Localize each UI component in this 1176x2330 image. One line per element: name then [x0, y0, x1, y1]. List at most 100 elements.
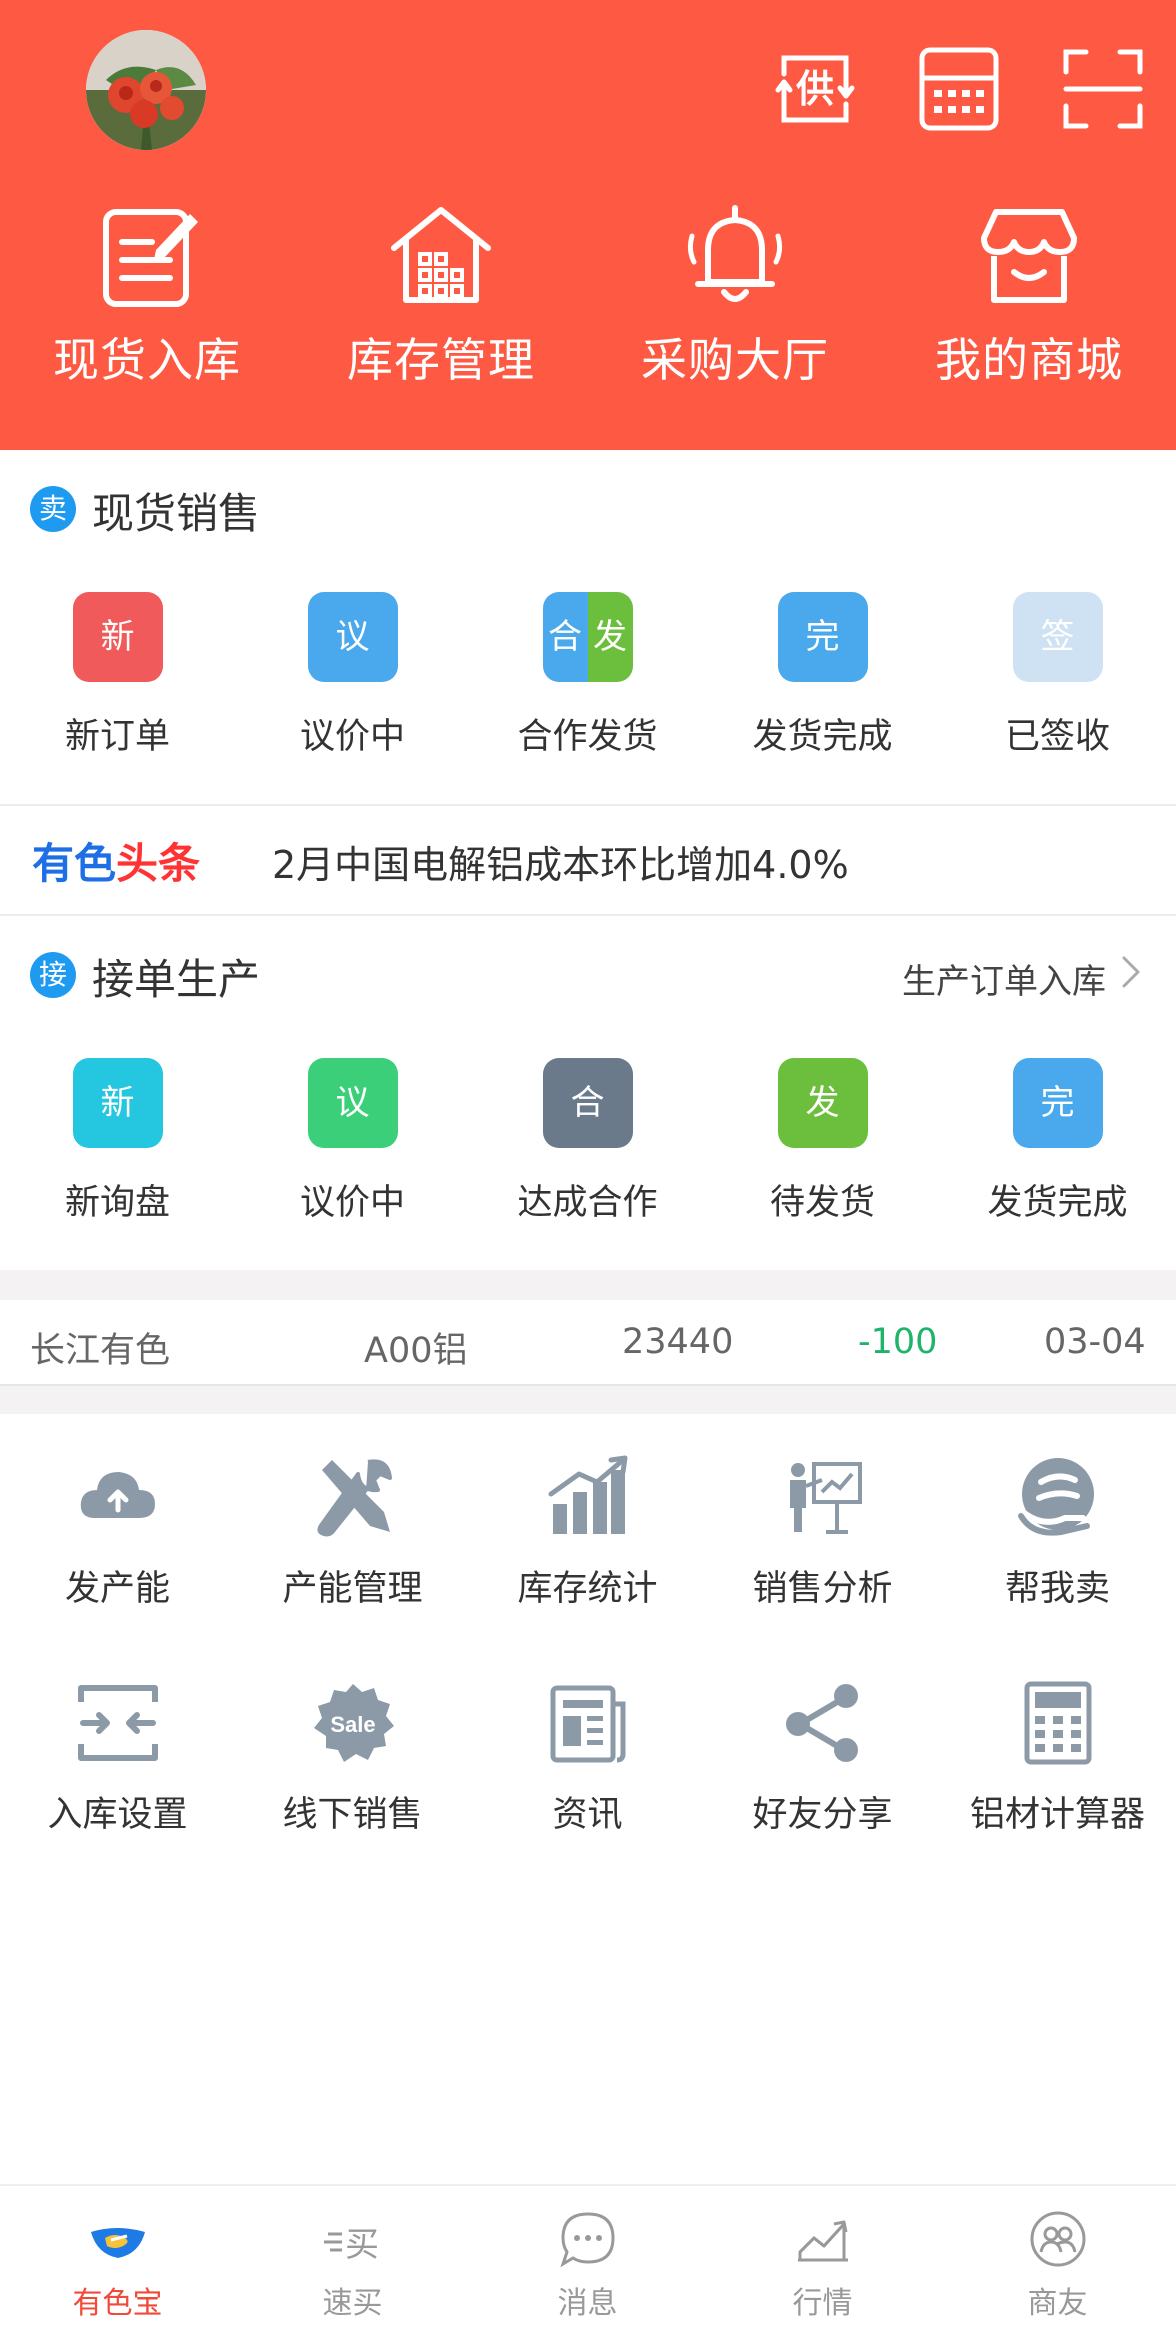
quick-action-purchase-hall[interactable]: 采购大厅 [588, 200, 882, 420]
bar-chart-icon [548, 1455, 627, 1534]
status-negotiating[interactable]: 议 议价中 [235, 592, 470, 812]
quick-action-inventory[interactable]: 库存管理 [294, 200, 588, 420]
quick-action-my-store[interactable]: 我的商城 [882, 200, 1176, 420]
tool-label: 资讯 [552, 1795, 623, 1835]
complete-icon: 完 [1012, 1058, 1103, 1148]
quick-action-label: 库存管理 [347, 333, 535, 387]
status-label: 议价中 [299, 1183, 405, 1223]
newspaper-icon [550, 1685, 625, 1763]
section-title: 现货销售 [92, 489, 261, 538]
inbound-settings-icon [77, 1685, 158, 1761]
calculator-icon[interactable] [914, 44, 1004, 134]
ticker-price: 23440 [622, 1322, 734, 1362]
status-to-ship[interactable]: 发 待发货 [705, 1058, 940, 1278]
status-shipped[interactable]: 完 发货完成 [705, 592, 940, 812]
trend-icon [797, 2220, 848, 2262]
tool-inventory-stats[interactable]: 库存统计 [470, 1452, 705, 1622]
bottom-nav: 有色宝 买 速买 消息 行情 商友 [0, 2184, 1176, 2330]
ticker-date: 03-04 [1044, 1322, 1146, 1362]
cooperate-icon: 合 [542, 1058, 633, 1148]
ticker-market: 长江有色 [30, 1331, 171, 1371]
quick-action-spot-inbound[interactable]: 现货入库 [0, 200, 294, 420]
tools-icon [316, 1459, 392, 1537]
quick-action-label: 现货入库 [53, 333, 241, 387]
tool-label: 好友分享 [752, 1795, 893, 1835]
avatar[interactable] [86, 30, 206, 150]
status-label: 发货完成 [752, 717, 893, 757]
price-ticker[interactable]: 长江有色 A00铝 23440 -100 03-04 [0, 1300, 1176, 1384]
sale-badge-text: Sale [330, 1712, 375, 1737]
production-inbound-link[interactable]: 生产订单入库 [902, 954, 1106, 1003]
warehouse-icon [391, 207, 491, 303]
contacts-icon [1030, 2211, 1085, 2267]
tool-label: 产能管理 [282, 1569, 423, 1609]
tool-offline-sales[interactable]: Sale 线下销售 [235, 1678, 470, 1848]
tool-news[interactable]: 资讯 [470, 1678, 705, 1848]
section-gap [0, 1386, 1176, 1414]
status-label: 议价中 [299, 717, 405, 757]
spot-sales-header: 卖 现货销售 [0, 450, 1176, 560]
new-icon: 新 [72, 1058, 163, 1148]
nav-item-market[interactable]: 行情 [705, 2186, 940, 2330]
tool-share-friends[interactable]: 好友分享 [705, 1678, 940, 1848]
calculator-icon [1024, 1681, 1091, 1765]
headline-text[interactable]: 2月中国电解铝成本环比增加4.0% [272, 834, 849, 889]
status-shipped[interactable]: 完 发货完成 [940, 1058, 1175, 1278]
tool-help-me-sell[interactable]: 帮我卖 [940, 1452, 1175, 1622]
status-label: 合作发货 [517, 717, 658, 757]
status-signed[interactable]: 签 已签收 [940, 592, 1175, 812]
tool-label: 发产能 [64, 1569, 170, 1609]
tool-sales-analysis[interactable]: 销售分析 [705, 1452, 940, 1622]
tool-inbound-settings[interactable]: 入库设置 [0, 1678, 235, 1848]
tool-aluminum-calculator[interactable]: 铝材计算器 [940, 1678, 1175, 1848]
nav-item-quick-buy[interactable]: 买 速买 [235, 2186, 470, 2330]
tool-label: 库存统计 [517, 1569, 658, 1609]
divider [0, 804, 1176, 806]
tool-post-capacity[interactable]: 发产能 [0, 1452, 235, 1622]
sell-badge: 卖 [30, 486, 76, 532]
cooperate-ship-icon: 合 发 [542, 592, 633, 682]
tool-label: 帮我卖 [1004, 1569, 1110, 1609]
scan-icon[interactable] [1058, 44, 1148, 134]
spot-sales-status-row: 新 新订单 议 议价中 合 发 合作发货 完 发货完成 签 已签收 [0, 592, 1176, 812]
help-sell-icon [1017, 1458, 1094, 1536]
status-cooperative-shipping[interactable]: 合 发 合作发货 [470, 592, 705, 812]
tool-capacity-management[interactable]: 产能管理 [235, 1452, 470, 1622]
ticker-change: -100 [858, 1322, 938, 1362]
ticker-product: A00铝 [364, 1331, 468, 1371]
chevron-right-icon[interactable] [1116, 952, 1146, 992]
status-deal-reached[interactable]: 合 达成合作 [470, 1058, 705, 1278]
supply-icon[interactable]: 供 [770, 44, 860, 134]
status-negotiating[interactable]: 议 议价中 [235, 1058, 470, 1278]
signed-icon: 签 [1012, 592, 1103, 682]
cooperate-half: 合 [542, 592, 588, 682]
new-icon: 新 [72, 592, 163, 682]
tool-label: 销售分析 [752, 1569, 893, 1609]
status-new-inquiry[interactable]: 新 新询盘 [0, 1058, 235, 1278]
nav-label: 行情 [792, 2286, 853, 2321]
quick-buy-icon: 买 [323, 2225, 379, 2265]
tool-label: 线下销售 [282, 1795, 423, 1835]
sale-badge-icon: Sale [313, 1684, 394, 1762]
quick-action-label: 我的商城 [935, 333, 1123, 387]
document-edit-icon [103, 209, 198, 307]
nav-item-contacts[interactable]: 商友 [940, 2186, 1175, 2330]
nav-item-messages[interactable]: 消息 [470, 2186, 705, 2330]
cloud-upload-icon [80, 1472, 155, 1518]
message-icon [559, 2212, 615, 2268]
status-new-order[interactable]: 新 新订单 [0, 592, 235, 812]
brand-part-2: 头条 [116, 840, 201, 887]
nav-label: 消息 [557, 2286, 618, 2321]
negotiate-icon: 议 [307, 1058, 398, 1148]
section-gap [0, 1270, 1176, 1300]
status-label: 发货完成 [987, 1183, 1128, 1223]
nav-label: 速买 [322, 2286, 383, 2321]
headline-brand: 有色头条 [32, 830, 200, 891]
quick-buy-glyph: 买 [345, 2225, 379, 2265]
nav-item-home[interactable]: 有色宝 [0, 2186, 235, 2330]
brand-part-1: 有色 [32, 840, 117, 887]
nav-label: 有色宝 [72, 2286, 163, 2321]
store-icon [981, 209, 1077, 303]
status-label: 已签收 [1004, 717, 1110, 757]
supply-glyph: 供 [796, 67, 834, 111]
